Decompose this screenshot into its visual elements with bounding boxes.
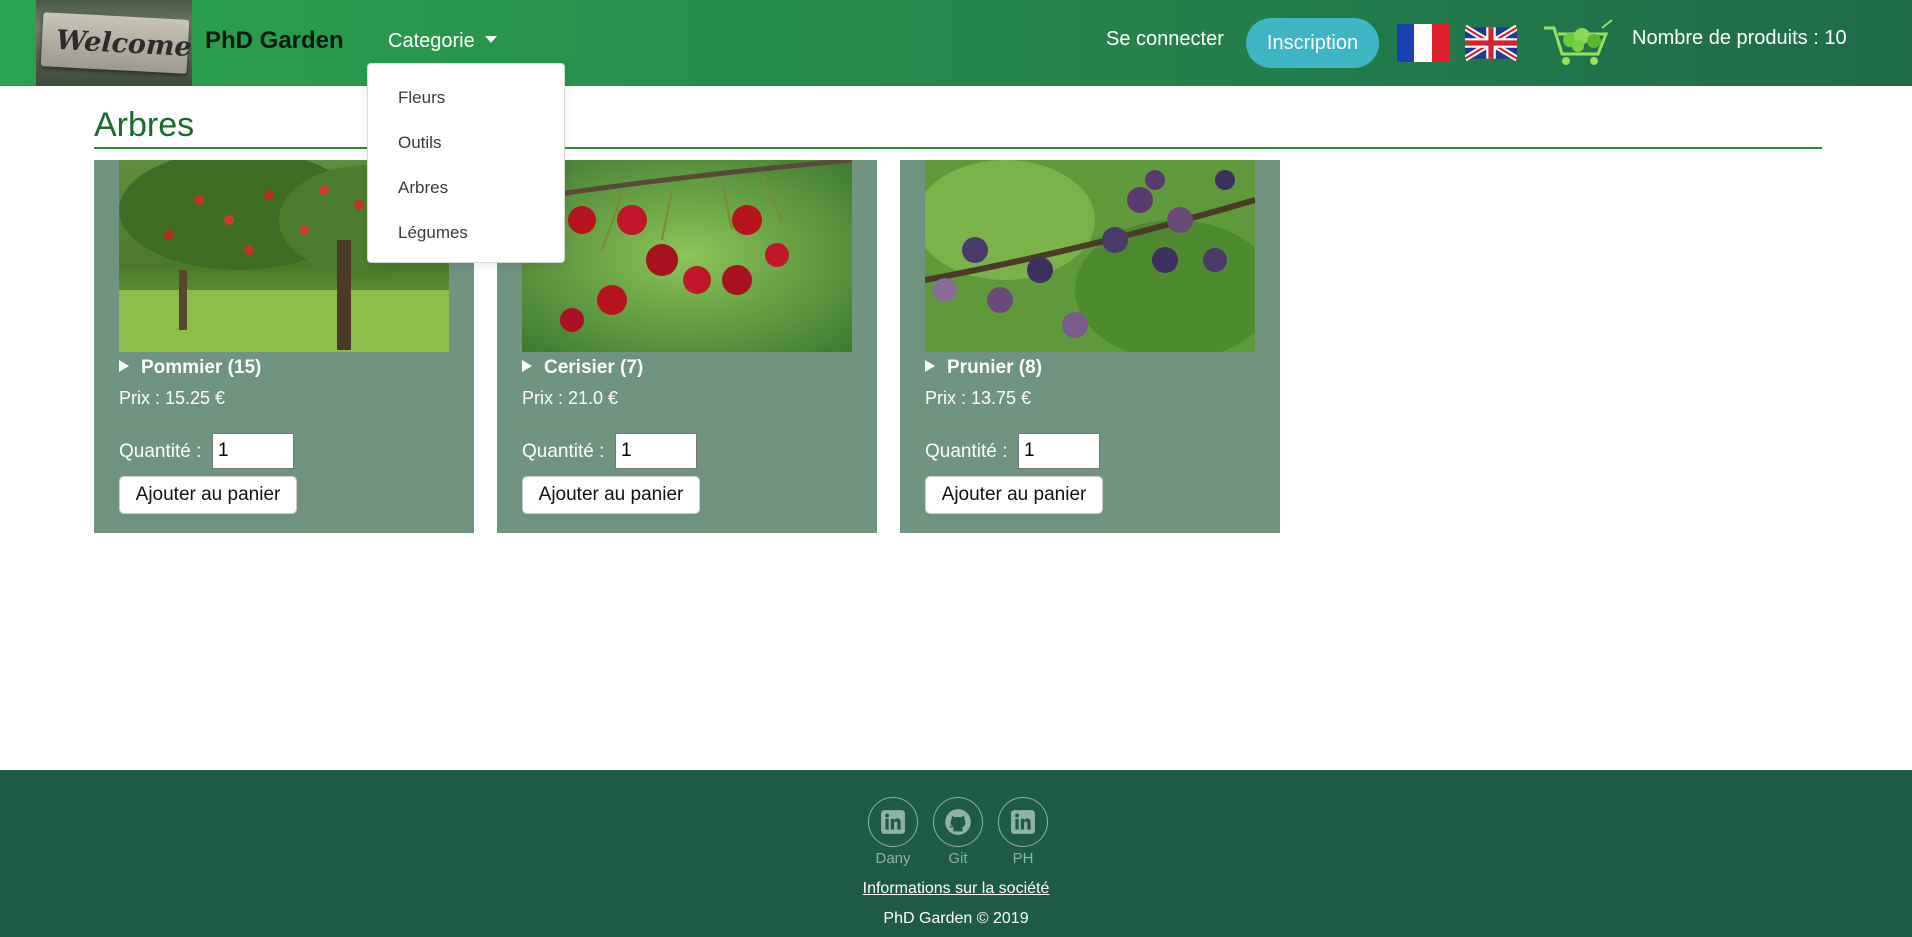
disclosure-triangle-icon: [119, 360, 129, 372]
category-dropdown-toggle[interactable]: Categorie: [388, 30, 497, 53]
cherry-tree-image: [522, 160, 852, 352]
dropdown-item-fleurs[interactable]: Fleurs: [398, 88, 445, 108]
quantity-label: Quantité :: [119, 441, 202, 462]
product-name-toggle[interactable]: Pommier (15): [119, 357, 261, 379]
social-label: PH: [1012, 850, 1034, 867]
product-name-toggle[interactable]: Cerisier (7): [522, 357, 643, 379]
github-button[interactable]: [933, 797, 983, 847]
product-name-toggle[interactable]: Prunier (8): [925, 357, 1042, 379]
product-name: Pommier (15): [141, 357, 262, 378]
github-icon: [945, 809, 971, 835]
dropdown-item-arbres[interactable]: Arbres: [398, 178, 448, 198]
quantity-input[interactable]: [212, 433, 294, 469]
add-to-cart-button[interactable]: Ajouter au panier: [119, 476, 297, 514]
product-price: Prix : 13.75 €: [925, 388, 1032, 408]
french-flag-icon[interactable]: [1397, 24, 1449, 62]
social-label: Dany: [875, 850, 911, 867]
product-name: Cerisier (7): [544, 357, 644, 378]
logo-text: Welcome: [55, 24, 192, 63]
linkedin-icon: [881, 810, 905, 834]
quantity-input[interactable]: [615, 433, 697, 469]
logo-image[interactable]: Welcome: [36, 0, 192, 86]
disclosure-triangle-icon: [522, 360, 532, 372]
shopping-cart-icon[interactable]: [1540, 18, 1616, 68]
copyright-text: PhD Garden © 2019: [883, 910, 1029, 927]
product-card-prunier: Prunier (8) Prix : 13.75 € Quantité : Aj…: [900, 160, 1280, 533]
add-to-cart-button[interactable]: Ajouter au panier: [522, 476, 700, 514]
plum-tree-image: [925, 160, 1255, 352]
brand-name[interactable]: PhD Garden: [205, 27, 344, 55]
add-to-cart-button[interactable]: Ajouter au panier: [925, 476, 1103, 514]
title-divider: [94, 147, 1822, 149]
dropdown-item-legumes[interactable]: Légumes: [398, 223, 468, 243]
linkedin-button-ph[interactable]: [998, 797, 1048, 847]
quantity-input[interactable]: [1018, 433, 1100, 469]
signup-button[interactable]: Inscription: [1246, 18, 1379, 68]
quantity-label: Quantité :: [925, 441, 1008, 462]
welcome-sign: Welcome: [40, 12, 192, 74]
footer: Dany Git PH Informations sur la société …: [0, 770, 1912, 937]
product-price: Prix : 15.25 €: [119, 388, 226, 408]
product-price: Prix : 21.0 €: [522, 388, 619, 408]
caret-down-icon: [484, 36, 497, 43]
product-count: Nombre de produits : 10: [1632, 27, 1847, 49]
linkedin-icon: [1011, 810, 1035, 834]
category-dropdown-menu: Fleurs Outils Arbres Légumes: [367, 63, 565, 263]
product-name: Prunier (8): [947, 357, 1043, 378]
disclosure-triangle-icon: [925, 360, 935, 372]
linkedin-button-dany[interactable]: [868, 797, 918, 847]
company-info-link[interactable]: Informations sur la société: [0, 880, 1912, 898]
quantity-label: Quantité :: [522, 441, 605, 462]
social-label: Git: [948, 850, 968, 867]
dropdown-item-outils[interactable]: Outils: [398, 133, 441, 153]
page-title: Arbres: [94, 106, 195, 144]
category-label: Categorie: [388, 30, 475, 52]
navbar: Welcome PhD Garden Categorie Se connecte…: [0, 0, 1912, 86]
uk-flag-icon[interactable]: [1463, 24, 1519, 62]
login-link[interactable]: Se connecter: [1106, 28, 1224, 51]
